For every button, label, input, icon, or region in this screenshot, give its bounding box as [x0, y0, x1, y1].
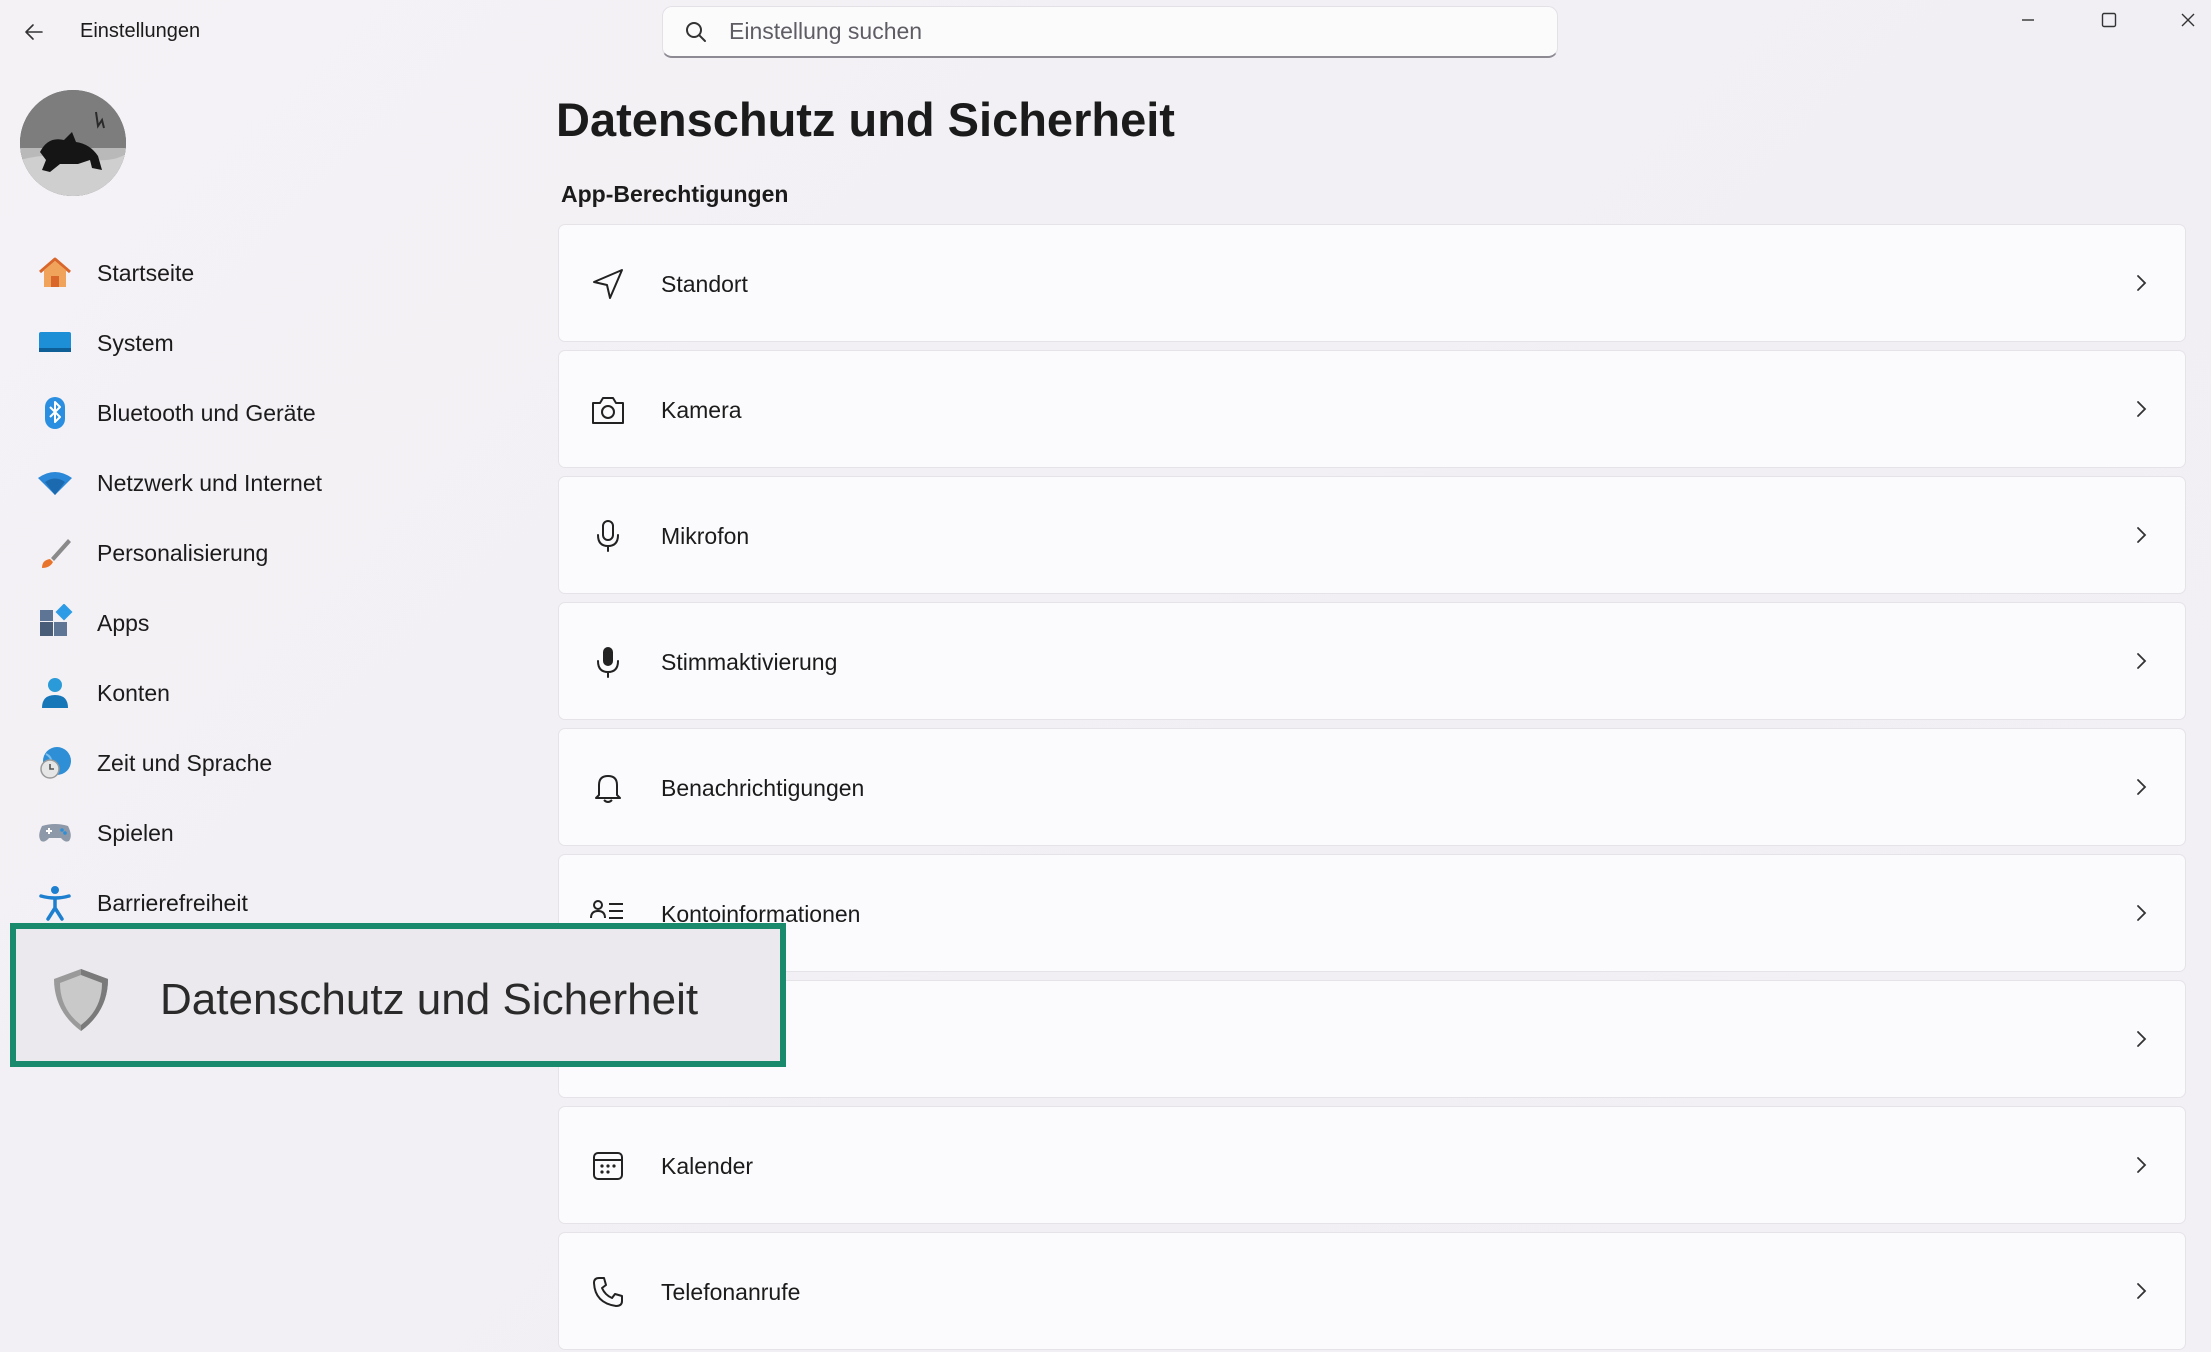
sidebar-item-label: Barrierefreiheit: [97, 889, 248, 916]
page-title: Datenschutz und Sicherheit: [556, 93, 1175, 146]
location-arrow-icon: [589, 265, 627, 303]
sidebar-item-label: Personalisierung: [97, 539, 269, 566]
sidebar-item-datenschutz-selected[interactable]: Datenschutz und Sicherheit: [10, 923, 786, 1067]
avatar[interactable]: [20, 90, 126, 196]
card-stimmaktivierung[interactable]: Stimmaktivierung: [558, 602, 2186, 720]
bell-icon: [589, 769, 627, 807]
card-label: Stimmaktivierung: [661, 649, 838, 675]
settings-window: Einstellungen Einstellung suchen Startse…: [0, 0, 2211, 1352]
monitor-icon: [36, 324, 74, 362]
sidebar-item-bluetooth[interactable]: Bluetooth und Geräte: [0, 378, 540, 448]
clock-globe-icon: [36, 744, 74, 782]
bluetooth-icon: [36, 394, 74, 432]
sidebar-item-personalisierung[interactable]: Personalisierung: [0, 518, 540, 588]
sidebar-item-apps[interactable]: Apps: [0, 588, 540, 658]
home-icon: [36, 254, 74, 292]
back-button[interactable]: [14, 14, 54, 50]
card-kontoinformationen[interactable]: Kontoinformationen: [558, 854, 2186, 972]
maximize-icon: [2101, 12, 2117, 28]
search-input[interactable]: [727, 17, 1511, 46]
card-label: Kamera: [661, 397, 742, 423]
card-mikrofon[interactable]: Mikrofon: [558, 476, 2186, 594]
sidebar-item-label: Zeit und Sprache: [97, 749, 273, 776]
maximize-button[interactable]: [2081, 0, 2137, 40]
card-kamera[interactable]: Kamera: [558, 350, 2186, 468]
sidebar-item-label: Bluetooth und Geräte: [97, 399, 316, 426]
phone-icon: [589, 1273, 627, 1311]
card-telefonanrufe[interactable]: Telefonanrufe: [558, 1232, 2186, 1350]
sidebar-nav: Startseite System Bluetooth und Geräte N…: [0, 238, 540, 938]
accessibility-icon: [36, 884, 74, 922]
brush-icon: [36, 534, 74, 572]
sidebar-item-system[interactable]: System: [0, 308, 540, 378]
sidebar-item-zeit-und-sprache[interactable]: Zeit und Sprache: [0, 728, 540, 798]
card-label: Mikrofon: [661, 523, 750, 549]
chevron-right-icon: [2127, 1025, 2155, 1053]
chevron-right-icon: [2127, 269, 2155, 297]
card-standort[interactable]: Standort: [558, 224, 2186, 342]
sidebar-item-label: Datenschutz und Sicherheit: [160, 975, 699, 1024]
chevron-right-icon: [2127, 521, 2155, 549]
sidebar-item-label: Konten: [97, 679, 170, 706]
section-heading: App-Berechtigungen: [561, 181, 789, 207]
minimize-icon: [2022, 19, 2034, 21]
sidebar-item-startseite[interactable]: Startseite: [0, 238, 540, 308]
sidebar-item-label: Netzwerk und Internet: [97, 469, 323, 496]
sidebar-item-label: System: [97, 329, 174, 356]
sidebar-item-label: Spielen: [97, 819, 174, 846]
card-benachrichtigungen[interactable]: Benachrichtigungen: [558, 728, 2186, 846]
chevron-right-icon: [2127, 647, 2155, 675]
chevron-right-icon: [2127, 773, 2155, 801]
person-icon: [36, 674, 74, 712]
voice-activation-icon: [589, 643, 627, 681]
chevron-right-icon: [2127, 395, 2155, 423]
chevron-right-icon: [2127, 1151, 2155, 1179]
close-button[interactable]: [2160, 0, 2211, 40]
calendar-icon: [589, 1147, 627, 1185]
gamepad-icon: [36, 814, 74, 852]
user-photo-icon: [20, 90, 126, 196]
card-kalender[interactable]: Kalender: [558, 1106, 2186, 1224]
apps-icon: [36, 604, 74, 642]
minimize-button[interactable]: [2000, 0, 2056, 40]
sidebar-item-label: Apps: [97, 609, 150, 636]
card-hidden[interactable]: [558, 980, 2186, 1098]
sidebar-item-label: Startseite: [97, 259, 195, 286]
chevron-right-icon: [2127, 1277, 2155, 1305]
card-label: Kalender: [661, 1153, 754, 1179]
sidebar-item-konten[interactable]: Konten: [0, 658, 540, 728]
microphone-icon: [589, 517, 627, 555]
shield-icon: [46, 965, 116, 1035]
card-label: Telefonanrufe: [661, 1279, 801, 1305]
app-title: Einstellungen: [80, 20, 201, 42]
title-bar: Einstellungen: [0, 0, 2211, 66]
card-label: Standort: [661, 271, 748, 297]
chevron-right-icon: [2127, 899, 2155, 927]
wifi-icon: [36, 464, 74, 502]
sidebar-item-netzwerk[interactable]: Netzwerk und Internet: [0, 448, 540, 518]
close-icon: [2181, 13, 2195, 27]
card-label: Benachrichtigungen: [661, 775, 865, 801]
sidebar-item-spielen[interactable]: Spielen: [0, 798, 540, 868]
permissions-list: Standort Kamera Mikrofon Stimmaktivierun…: [558, 224, 2186, 1352]
arrow-left-icon: [25, 24, 43, 40]
camera-icon: [589, 391, 627, 429]
search-box[interactable]: [662, 6, 1558, 58]
search-icon: [683, 19, 709, 45]
